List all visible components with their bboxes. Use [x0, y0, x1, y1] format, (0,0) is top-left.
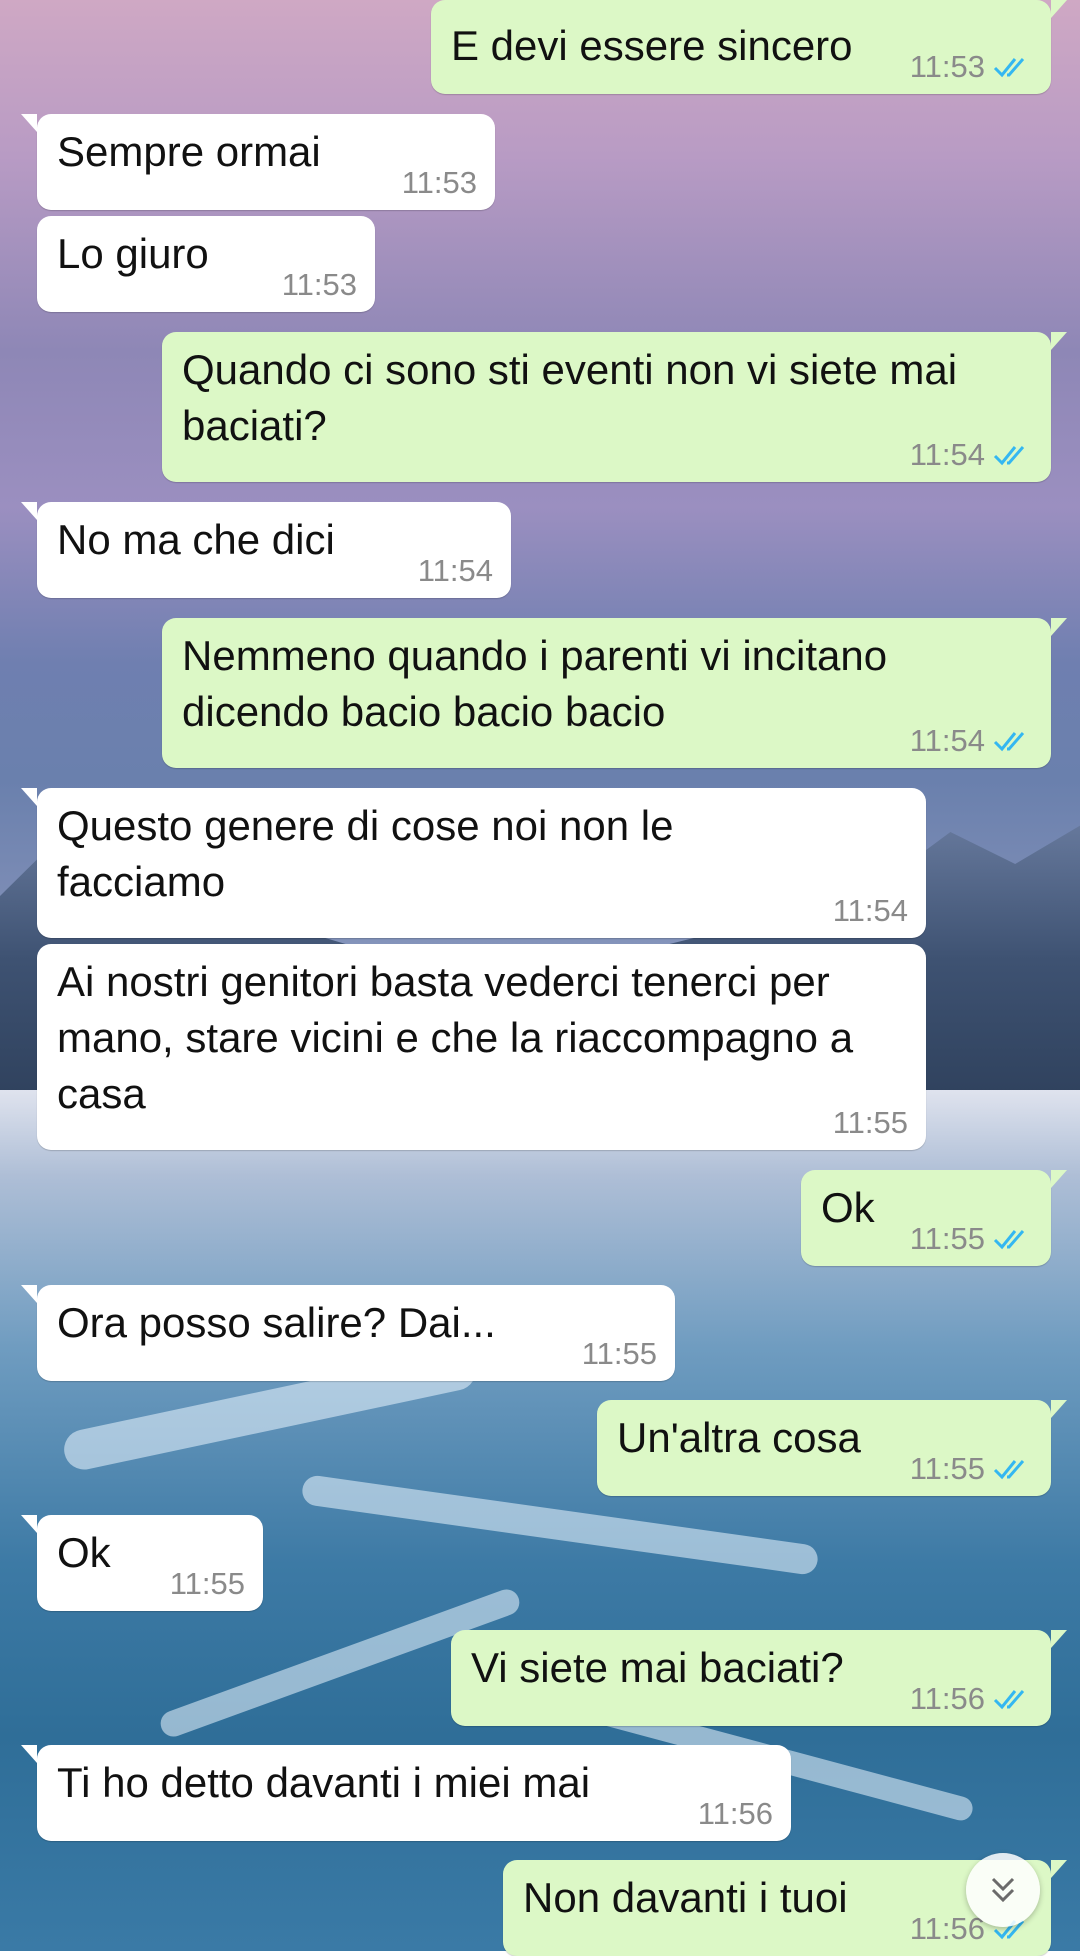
scroll-to-bottom-button[interactable] — [966, 1853, 1040, 1927]
message-time: 11:53 — [281, 267, 357, 302]
message-text: Un'altra cosa — [617, 1414, 861, 1461]
double-check-icon — [993, 1460, 1025, 1480]
double-check-icon — [993, 58, 1025, 78]
message-text: Quando ci sono sti eventi non vi siete m… — [182, 346, 969, 449]
incoming-message[interactable]: Ai nostri genitori basta vederci tenerci… — [37, 944, 926, 1150]
message-time: 11:54 — [909, 723, 985, 758]
outgoing-message[interactable]: Vi siete mai baciati? 11:56 — [451, 1630, 1067, 1726]
message-text: Ai nostri genitori basta vederci tenerci… — [57, 958, 865, 1117]
incoming-message[interactable]: Ora posso salire? Dai... 11:55 — [21, 1285, 675, 1381]
outgoing-message[interactable]: Nemmeno quando i parenti vi incitano dic… — [162, 618, 1067, 768]
message-time: 11:53 — [909, 49, 985, 84]
double-check-icon — [993, 1690, 1025, 1710]
message-time: 11:56 — [909, 1911, 985, 1946]
message-text: Non davanti i tuoi — [523, 1874, 848, 1921]
message-text: Ok — [821, 1184, 875, 1231]
message-time: 11:56 — [909, 1681, 985, 1716]
message-time: 11:54 — [832, 893, 908, 928]
incoming-message[interactable]: No ma che dici 11:54 — [21, 502, 511, 598]
incoming-message[interactable]: Lo giuro 11:53 — [37, 216, 375, 312]
message-time: 11:56 — [697, 1796, 773, 1831]
message-text: No ma che dici — [57, 516, 335, 563]
message-time: 11:54 — [417, 553, 493, 588]
incoming-message[interactable]: Ti ho detto davanti i miei mai 11:56 — [21, 1745, 791, 1841]
message-text: Ti ho detto davanti i miei mai — [57, 1759, 591, 1806]
outgoing-message[interactable]: Un'altra cosa 11:55 — [597, 1400, 1067, 1496]
outgoing-message[interactable]: Quando ci sono sti eventi non vi siete m… — [162, 332, 1067, 482]
message-time: 11:55 — [581, 1336, 657, 1371]
message-time: 11:55 — [832, 1105, 908, 1140]
incoming-message[interactable]: Ok 11:55 — [21, 1515, 263, 1611]
double-check-icon — [993, 1230, 1025, 1250]
message-text: E devi essere sincero — [451, 22, 853, 69]
double-check-icon — [993, 732, 1025, 752]
incoming-message[interactable]: Sempre ormai 11:53 — [21, 114, 495, 210]
message-text: Ora posso salire? Dai... — [57, 1299, 496, 1346]
message-text: Vi siete mai baciati? — [471, 1644, 844, 1691]
message-time: 11:54 — [909, 437, 985, 472]
message-text: Ok — [57, 1529, 111, 1576]
incoming-message[interactable]: Questo genere di cose noi non le facciam… — [21, 788, 926, 938]
outgoing-message[interactable]: Ok 11:55 — [801, 1170, 1067, 1266]
message-list[interactable]: E devi essere sincero 11:53 Sempre ormai… — [0, 0, 1080, 1956]
double-check-icon — [993, 446, 1025, 466]
outgoing-message[interactable]: E devi essere sincero 11:53 — [431, 0, 1067, 94]
message-time: 11:55 — [909, 1221, 985, 1256]
message-time: 11:53 — [401, 165, 477, 200]
message-text: Lo giuro — [57, 230, 209, 277]
double-chevron-down-icon — [991, 1877, 1015, 1903]
message-text: Questo genere di cose noi non le facciam… — [57, 802, 686, 905]
message-text: Sempre ormai — [57, 128, 321, 175]
message-text: Nemmeno quando i parenti vi incitano dic… — [182, 632, 899, 735]
message-time: 11:55 — [169, 1566, 245, 1601]
message-time: 11:55 — [909, 1451, 985, 1486]
